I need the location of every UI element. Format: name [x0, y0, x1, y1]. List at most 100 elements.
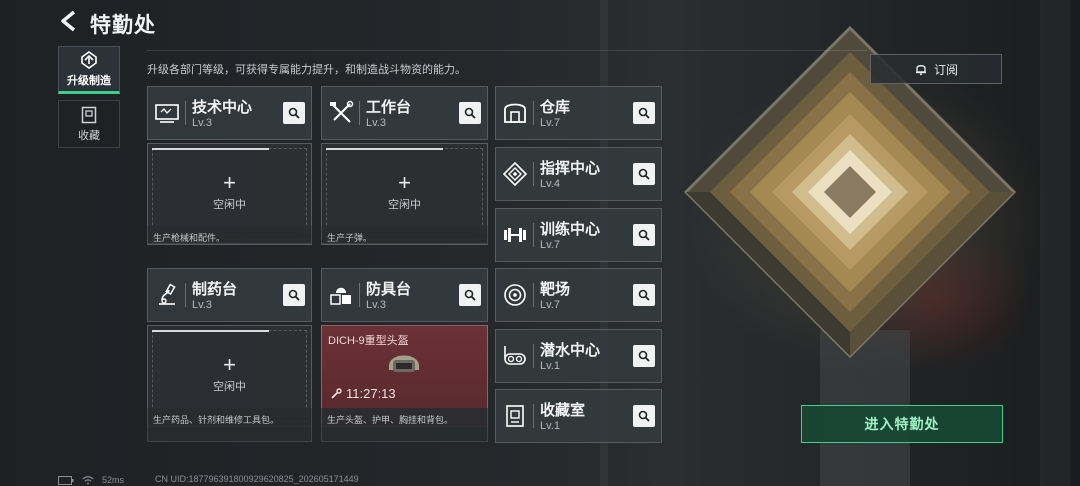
- search-button[interactable]: [459, 102, 481, 124]
- search-button[interactable]: [459, 284, 481, 306]
- slot-progress-bar: [152, 330, 269, 332]
- facility-pharmacy[interactable]: 制药台 Lv.3: [147, 268, 312, 322]
- collection-icon: [81, 106, 97, 123]
- facility-level: Lv.7: [540, 239, 560, 251]
- search-icon: [638, 289, 650, 301]
- separator: [359, 101, 360, 125]
- subscribe-label: 订阅: [933, 62, 958, 77]
- slot-description: 生产子弹。: [327, 233, 373, 243]
- wifi-icon: [82, 475, 94, 484]
- slot-status: 空闲中: [388, 199, 421, 211]
- search-icon: [464, 107, 476, 119]
- nav-upgrade-craft[interactable]: 升级制造: [58, 46, 120, 94]
- facility-shooting-range[interactable]: 靶场 Lv.7: [495, 268, 662, 322]
- facility-collection-room[interactable]: 收藏室 Lv.1: [495, 389, 662, 443]
- back-arrow-icon[interactable]: [58, 10, 80, 32]
- facility-level: Lv.1: [540, 420, 560, 432]
- search-icon: [464, 289, 476, 301]
- add-icon: +: [223, 352, 236, 377]
- page-title: 特勤处: [90, 14, 156, 37]
- separator: [533, 223, 534, 247]
- search-icon: [288, 289, 300, 301]
- separator: [533, 283, 534, 307]
- nav-collection[interactable]: 收藏: [58, 100, 120, 148]
- add-icon: +: [398, 170, 411, 195]
- ping-value: 52ms: [102, 475, 125, 485]
- tools-icon: [330, 100, 354, 123]
- facility-workbench[interactable]: 工作台 Lv.3: [321, 86, 488, 140]
- facility-level: Lv.3: [192, 299, 212, 311]
- search-button[interactable]: [283, 284, 305, 306]
- armor-icon: [330, 287, 351, 305]
- facility-name: 工作台: [366, 99, 412, 116]
- slot-description: 生产枪械和配件。: [153, 233, 226, 243]
- facility-name: 制药台: [192, 281, 238, 298]
- search-icon: [638, 107, 650, 119]
- search-icon: [288, 107, 300, 119]
- facility-level: Lv.7: [540, 117, 560, 129]
- search-icon: [638, 229, 650, 241]
- search-icon: [638, 168, 650, 180]
- facility-level: Lv.3: [366, 299, 386, 311]
- facility-name: 指挥中心: [540, 160, 601, 177]
- slot-status: 空闲中: [213, 381, 246, 393]
- facility-level: Lv.3: [366, 117, 386, 129]
- facility-level: Lv.1: [540, 360, 560, 372]
- production-timer: 11:27:13: [330, 386, 396, 401]
- add-icon: +: [223, 170, 236, 195]
- facility-name: 仓库: [540, 99, 571, 116]
- separator: [533, 404, 534, 428]
- flask-icon: [159, 283, 176, 305]
- slot-description: 生产头盔、护甲、胸挂和背包。: [327, 415, 454, 425]
- facility-training-center[interactable]: 训练中心 Lv.7: [495, 208, 662, 262]
- facility-level: Lv.7: [540, 299, 560, 311]
- facility-warehouse[interactable]: 仓库 Lv.7: [495, 86, 662, 140]
- search-button[interactable]: [633, 405, 655, 427]
- wrench-icon: [331, 387, 342, 399]
- battery-icon: [58, 475, 74, 485]
- facility-tech-center[interactable]: 技术中心 Lv.3: [147, 86, 312, 140]
- warehouse-icon: [504, 103, 526, 123]
- slot-progress-bar: [326, 148, 443, 150]
- facility-name: 技术中心: [192, 99, 253, 116]
- facility-name: 靶场: [540, 281, 571, 298]
- slot-progress-bar: [152, 148, 269, 150]
- facility-level: Lv.4: [540, 178, 560, 190]
- facility-level: Lv.3: [192, 117, 212, 129]
- search-button[interactable]: [633, 224, 655, 246]
- search-icon: [638, 350, 650, 362]
- header-divider: [147, 50, 867, 51]
- search-icon: [638, 410, 650, 422]
- facility-armor-bench[interactable]: 防具台 Lv.3: [321, 268, 488, 322]
- separator: [533, 101, 534, 125]
- monitor-icon: [155, 104, 179, 123]
- helmet-icon: [389, 355, 419, 372]
- page-description: 升级各部门等级，可获得专属能力提升，和制造战斗物资的能力。: [147, 64, 466, 76]
- nav-label: 升级制造: [67, 74, 111, 87]
- search-button[interactable]: [633, 345, 655, 367]
- search-button[interactable]: [633, 102, 655, 124]
- diving-mask-icon: [504, 346, 526, 365]
- search-button[interactable]: [633, 163, 655, 185]
- separator: [359, 283, 360, 307]
- facility-name: 防具台: [366, 281, 412, 298]
- user-uid: CN UID:18779639180092962082​5_2026051714…: [155, 474, 359, 484]
- facility-name: 收藏室: [540, 402, 586, 419]
- subscribe-button[interactable]: 订阅: [870, 54, 1002, 84]
- facility-diving-center[interactable]: 潜水中心 Lv.1: [495, 329, 662, 383]
- command-icon: [502, 161, 528, 187]
- separator: [533, 162, 534, 186]
- slot-status: 空闲中: [213, 199, 246, 211]
- search-button[interactable]: [633, 284, 655, 306]
- slot-description: 生产药品、针剂和维修工具包。: [153, 415, 280, 425]
- separator: [185, 101, 186, 125]
- enter-special-ops-button[interactable]: 进入特勤处: [801, 405, 1003, 443]
- facility-command-center[interactable]: 指挥中心 Lv.4: [495, 147, 662, 201]
- facility-name: 训练中心: [540, 221, 601, 238]
- bg-pillar: [1040, 0, 1070, 486]
- nav-label: 收藏: [78, 129, 100, 142]
- separator: [533, 344, 534, 368]
- search-button[interactable]: [283, 102, 305, 124]
- timer-value: 11:27:13: [346, 386, 396, 401]
- collection-room-icon: [506, 405, 524, 427]
